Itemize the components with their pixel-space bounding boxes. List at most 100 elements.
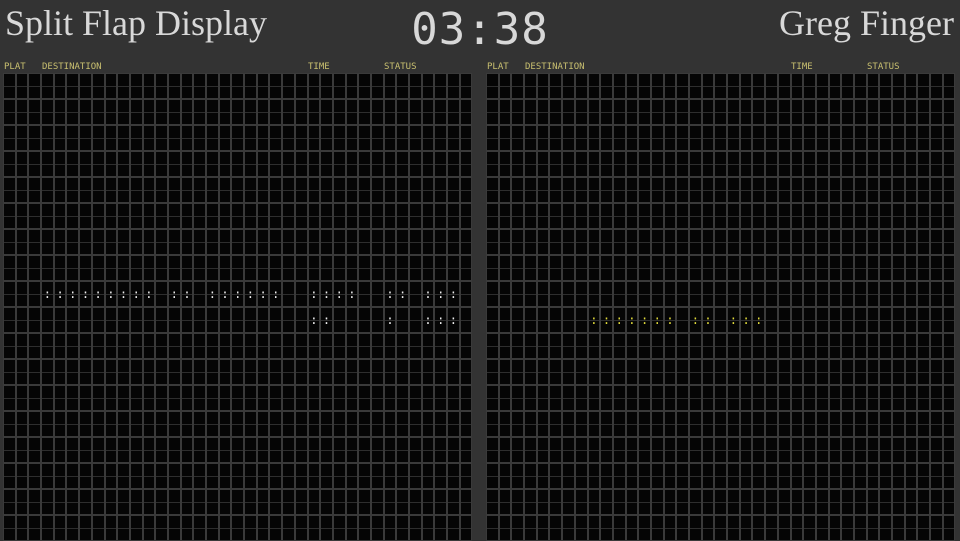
flap-cell	[650, 385, 664, 411]
flap-cell	[714, 489, 728, 515]
flap-cell	[345, 73, 359, 99]
flap-cell	[714, 203, 728, 229]
flap-cell	[91, 151, 105, 177]
flap-cell	[129, 307, 143, 333]
flap-cell	[714, 281, 728, 307]
flap-cell	[358, 177, 371, 203]
flap-cell	[155, 411, 168, 437]
flap-cell	[879, 255, 892, 281]
flap-cell	[587, 463, 601, 489]
flap-cell	[676, 151, 689, 177]
flap-cell	[739, 489, 753, 515]
flap-cell	[218, 489, 232, 515]
flap-cell	[129, 411, 143, 437]
flap-cell	[256, 437, 270, 463]
flap-cell	[91, 255, 105, 281]
flap-cell	[294, 99, 308, 125]
flap-cell	[917, 437, 931, 463]
flap-cell	[752, 203, 766, 229]
flap-cell	[180, 411, 194, 437]
flap-cell	[486, 307, 499, 333]
flap-cell	[689, 255, 702, 281]
flap-cell	[269, 229, 283, 255]
flap-cell	[345, 515, 359, 541]
flap-cell	[269, 437, 283, 463]
flap-cell	[511, 411, 525, 437]
flap-cell	[193, 385, 206, 411]
flap-cell	[307, 203, 321, 229]
flap-cell	[421, 73, 435, 99]
flap-cell	[930, 99, 943, 125]
flap-cell	[117, 229, 130, 255]
flap-cell	[714, 385, 728, 411]
board-row	[3, 125, 473, 151]
flap-cell	[345, 255, 359, 281]
flap-cell	[294, 333, 308, 359]
flap-cell	[434, 73, 448, 99]
flap-cell	[841, 385, 854, 411]
flap-cell	[600, 359, 613, 385]
flap-cell	[524, 437, 537, 463]
flap-cell	[600, 281, 613, 307]
flap-cell	[650, 203, 664, 229]
flap-cell	[917, 125, 931, 151]
flap-cell	[714, 99, 728, 125]
flap-cell	[777, 463, 791, 489]
flap-cell	[574, 73, 588, 99]
flap-cell	[421, 177, 435, 203]
flap-cell: :	[434, 307, 448, 333]
flap-cell	[409, 151, 422, 177]
flap-cell	[282, 437, 295, 463]
flap-cell	[650, 229, 664, 255]
board-row	[486, 411, 956, 437]
flap-cell	[256, 203, 270, 229]
flap-cell	[866, 177, 880, 203]
flap-cell	[129, 177, 143, 203]
flap-cell	[689, 333, 702, 359]
flap-cell	[612, 151, 626, 177]
flap-cell	[524, 203, 537, 229]
flap-cell	[650, 73, 664, 99]
flap-cell	[117, 177, 130, 203]
flap-cell	[193, 125, 206, 151]
flap-cell	[701, 73, 715, 99]
flap-cell	[587, 437, 601, 463]
flap-cell	[777, 203, 791, 229]
flap-cell	[282, 229, 295, 255]
flap-cell	[701, 125, 715, 151]
flap-cell	[459, 151, 473, 177]
flap-cell	[396, 359, 409, 385]
flap-cell	[167, 463, 181, 489]
flap-cell	[486, 73, 499, 99]
flap-cell	[409, 333, 422, 359]
flap-cell	[892, 99, 905, 125]
flap-cell	[777, 437, 791, 463]
flap-cell	[15, 229, 29, 255]
board-row	[486, 151, 956, 177]
flap-cell	[459, 99, 473, 125]
flap-cell	[421, 359, 435, 385]
flap-cell	[892, 385, 905, 411]
flap-cell	[256, 515, 270, 541]
flap-cell	[498, 229, 512, 255]
flap-cell	[676, 203, 689, 229]
flap-cell	[307, 463, 321, 489]
flap-cell	[727, 151, 740, 177]
column-header-destination: DESTINATION	[42, 62, 102, 72]
flap-cell	[524, 73, 537, 99]
flap-cell	[765, 307, 778, 333]
flap-cell	[307, 229, 321, 255]
flap-cell	[66, 307, 80, 333]
flap-cell	[765, 333, 778, 359]
flap-cell	[307, 437, 321, 463]
board-row	[3, 99, 473, 125]
flap-cell	[142, 151, 156, 177]
flap-cell	[358, 411, 371, 437]
flap-cell	[3, 411, 16, 437]
flap-cell	[841, 437, 854, 463]
flap-cell	[332, 73, 346, 99]
flap-cell	[294, 463, 308, 489]
flap-cell	[625, 489, 639, 515]
flap-cell	[638, 359, 651, 385]
flap-cell	[574, 411, 588, 437]
